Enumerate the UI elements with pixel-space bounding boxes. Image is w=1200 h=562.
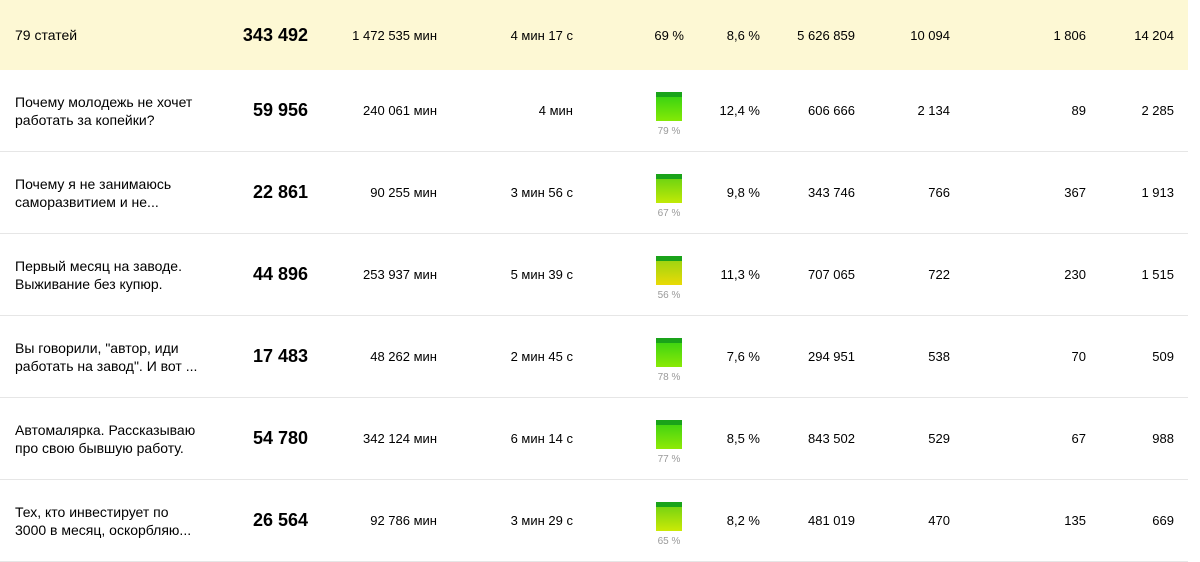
subs-count: 538 xyxy=(928,349,950,364)
comments-count: 2 285 xyxy=(1141,103,1174,118)
read-rate-indicator: 77 % xyxy=(656,398,684,479)
avg-time: 3 мин 29 с xyxy=(510,513,573,528)
summary-avg-time: 4 мин 17 с xyxy=(510,27,573,43)
comments-count: 669 xyxy=(1152,513,1174,528)
shows-count: 481 019 xyxy=(808,513,855,528)
views-count: 54 780 xyxy=(252,428,308,448)
summary-shows: 5 626 859 xyxy=(797,27,855,43)
subs-count: 2 134 xyxy=(917,103,950,118)
read-rate-bar xyxy=(656,174,682,203)
views-count: 59 956 xyxy=(252,100,308,120)
read-rate-label: 78 % xyxy=(657,372,681,383)
article-title[interactable]: Вы говорили, "автор, иди работать на зав… xyxy=(15,316,200,397)
total-time: 253 937 мин xyxy=(363,267,437,282)
article-title[interactable]: Тех, кто инвестирует по 3000 в месяц, ос… xyxy=(15,480,200,561)
shows-count: 843 502 xyxy=(808,431,855,446)
read-rate-bar xyxy=(656,338,682,367)
total-time: 240 061 мин xyxy=(363,103,437,118)
likes-count: 67 xyxy=(1071,431,1086,446)
subs-count: 470 xyxy=(928,513,950,528)
likes-count: 89 xyxy=(1071,103,1086,118)
shows-count: 294 951 xyxy=(808,349,855,364)
views-count: 22 861 xyxy=(252,182,308,202)
avg-time: 6 мин 14 с xyxy=(510,431,573,446)
summary-row: 79 статей 343 492 1 472 535 мин 4 мин 17… xyxy=(0,0,1188,70)
article-title[interactable]: Почему я не занимаюсь саморазвитием и не… xyxy=(15,152,200,233)
comments-count: 1 515 xyxy=(1141,267,1174,282)
comments-count: 988 xyxy=(1152,431,1174,446)
read-rate-bar xyxy=(656,256,682,285)
ctr-value: 7,6 % xyxy=(726,349,760,364)
table-row[interactable]: Первый месяц на заводе. Выживание без ку… xyxy=(0,234,1188,316)
avg-time: 5 мин 39 с xyxy=(510,267,573,282)
comments-count: 509 xyxy=(1152,349,1174,364)
ctr-value: 8,5 % xyxy=(726,431,760,446)
summary-title: 79 статей xyxy=(15,27,78,43)
summary-likes: 1 806 xyxy=(1053,27,1086,43)
summary-total-time: 1 472 535 мин xyxy=(352,27,437,43)
table-row[interactable]: Автомалярка. Рассказываю про свою бывшую… xyxy=(0,398,1188,480)
article-title[interactable]: Первый месяц на заводе. Выживание без ку… xyxy=(15,234,200,315)
stats-table: 79 статей 343 492 1 472 535 мин 4 мин 17… xyxy=(0,0,1188,562)
ctr-value: 12,4 % xyxy=(719,103,760,118)
summary-ctr: 8,6 % xyxy=(726,27,760,43)
read-rate-label: 67 % xyxy=(657,208,681,219)
summary-subs: 10 094 xyxy=(910,27,950,43)
read-rate-label: 79 % xyxy=(657,126,681,137)
likes-count: 230 xyxy=(1064,267,1086,282)
read-rate-bar xyxy=(656,92,682,121)
table-row[interactable]: Почему я не занимаюсь саморазвитием и не… xyxy=(0,152,1188,234)
total-time: 92 786 мин xyxy=(370,513,437,528)
read-rate-bar xyxy=(656,502,682,531)
likes-count: 367 xyxy=(1064,185,1086,200)
article-title[interactable]: Почему молодежь не хочет работать за коп… xyxy=(15,70,200,151)
total-time: 342 124 мин xyxy=(363,431,437,446)
table-row[interactable]: Тех, кто инвестирует по 3000 в месяц, ос… xyxy=(0,480,1188,562)
read-rate-label: 77 % xyxy=(657,454,681,465)
table-row[interactable]: Вы говорили, "автор, иди работать на зав… xyxy=(0,316,1188,398)
ctr-value: 8,2 % xyxy=(726,513,760,528)
views-count: 44 896 xyxy=(252,264,308,284)
subs-count: 766 xyxy=(928,185,950,200)
read-rate-bar xyxy=(656,420,682,449)
read-rate-indicator: 65 % xyxy=(656,480,684,561)
likes-count: 135 xyxy=(1064,513,1086,528)
summary-read-pct: 69 % xyxy=(654,27,684,43)
total-time: 48 262 мин xyxy=(370,349,437,364)
avg-time: 3 мин 56 с xyxy=(510,185,573,200)
views-count: 17 483 xyxy=(252,346,308,366)
summary-views: 343 492 xyxy=(242,24,308,45)
read-rate-label: 56 % xyxy=(657,290,681,301)
shows-count: 707 065 xyxy=(808,267,855,282)
table-row[interactable]: Почему молодежь не хочет работать за коп… xyxy=(0,70,1188,152)
ctr-value: 9,8 % xyxy=(726,185,760,200)
shows-count: 606 666 xyxy=(808,103,855,118)
read-rate-indicator: 78 % xyxy=(656,316,684,397)
views-count: 26 564 xyxy=(252,510,308,530)
read-rate-label: 65 % xyxy=(657,536,681,547)
subs-count: 722 xyxy=(928,267,950,282)
read-rate-indicator: 67 % xyxy=(656,152,684,233)
comments-count: 1 913 xyxy=(1141,185,1174,200)
avg-time: 2 мин 45 с xyxy=(510,349,573,364)
shows-count: 343 746 xyxy=(808,185,855,200)
article-title[interactable]: Автомалярка. Рассказываю про свою бывшую… xyxy=(15,398,200,479)
read-rate-indicator: 79 % xyxy=(656,70,684,151)
avg-time: 4 мин xyxy=(538,103,573,118)
ctr-value: 11,3 % xyxy=(720,267,760,282)
read-rate-indicator: 56 % xyxy=(656,234,684,315)
summary-comments: 14 204 xyxy=(1134,27,1174,43)
total-time: 90 255 мин xyxy=(370,185,437,200)
likes-count: 70 xyxy=(1071,349,1086,364)
subs-count: 529 xyxy=(928,431,950,446)
